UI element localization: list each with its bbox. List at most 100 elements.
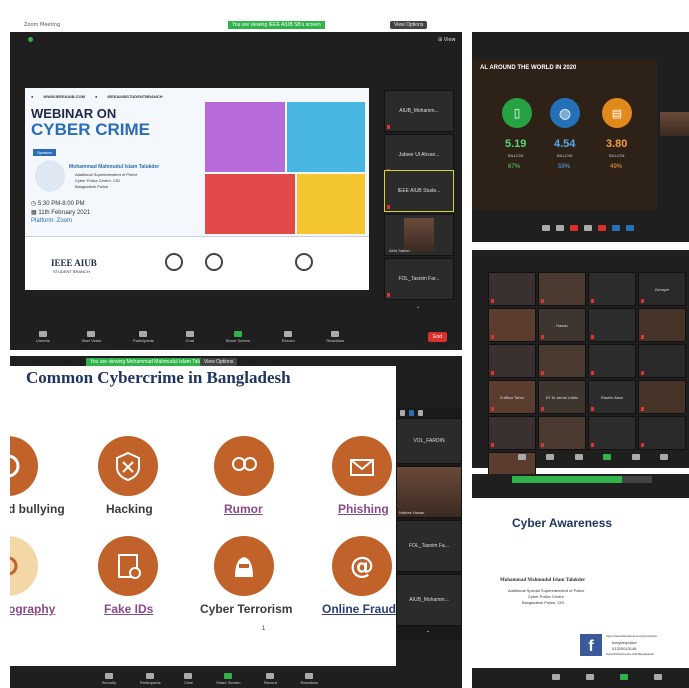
- gallery-tile[interactable]: [488, 344, 536, 378]
- org-logo-1: IEEE AIUB: [51, 258, 97, 268]
- participant-name: IEEE AIUB Stude...: [397, 188, 441, 194]
- label-rumor: Rumor: [224, 502, 263, 516]
- svg-text:@: @: [350, 552, 374, 580]
- illustration-red: [205, 174, 295, 234]
- view-options-button[interactable]: [622, 476, 652, 483]
- fake-ids-circle: [98, 536, 158, 596]
- mic-icon[interactable]: [518, 454, 526, 460]
- participant-tile-1[interactable]: VOL_FARDIN: [396, 418, 462, 464]
- fb-phone: 01320010148: [612, 646, 637, 651]
- window-title-bar: [472, 20, 689, 32]
- end-meeting-button[interactable]: End: [428, 332, 447, 342]
- participant-tile-4[interactable]: AIUB_Mohamm...: [396, 574, 462, 626]
- gallery-tile[interactable]: [588, 272, 636, 306]
- chat-button[interactable]: Chat: [184, 673, 193, 685]
- gallery-tile[interactable]: [588, 416, 636, 450]
- chat-icon[interactable]: [574, 454, 583, 460]
- event-date-text: 11th February 2021: [38, 210, 91, 216]
- record-icon[interactable]: [631, 454, 640, 460]
- gallery-tile[interactable]: [638, 416, 686, 450]
- shield-icon[interactable]: [552, 674, 560, 680]
- reactions-button[interactable]: Reactions: [326, 331, 344, 343]
- gallery-tile[interactable]: [488, 272, 536, 306]
- expand-icon[interactable]: [418, 410, 423, 416]
- webinar-poster: ● WWW.IEEEAIUB.COM ● IEEEAIUBSTUDENTBRANCH…: [25, 88, 369, 290]
- participant-name: AIUB_Mohamm...: [399, 108, 439, 114]
- toolbar-icon[interactable]: [584, 225, 592, 231]
- participants-button[interactable]: Participants: [140, 673, 161, 685]
- toolbar-icon[interactable]: [570, 225, 578, 231]
- unmute-button[interactable]: Unmute: [36, 331, 50, 343]
- participants-button[interactable]: Participants: [133, 331, 154, 343]
- gallery-tile[interactable]: [488, 308, 536, 342]
- chat-label: Chat: [185, 338, 194, 343]
- event-date: ▦ 11th February 2021: [31, 209, 90, 216]
- stat-pct-3: 49%: [610, 164, 623, 170]
- gallery-tile[interactable]: [638, 380, 686, 414]
- participant-tile-3[interactable]: FOL_Tasnim Fa...: [396, 520, 462, 572]
- gallery-tile[interactable]: AT M Jamal Uddin: [538, 380, 586, 414]
- speaker-photo: [35, 160, 65, 192]
- event-time-text: 5:30 PM-8:00 PM: [37, 201, 85, 207]
- gallery-tile[interactable]: [588, 344, 636, 378]
- gallery-tile[interactable]: [638, 344, 686, 378]
- view-options-button[interactable]: View Options: [390, 21, 428, 29]
- view-options-button[interactable]: View Options: [200, 358, 238, 366]
- speaker-name: Mohammad Mahmudul Islam Talukder: [69, 164, 160, 170]
- mic-icon: [38, 331, 47, 337]
- chevron-down-icon[interactable]: ⌄: [426, 628, 430, 634]
- gallery-tile[interactable]: Zuhayer: [638, 272, 686, 306]
- gallery-tile[interactable]: Zulfikar Taher: [488, 380, 536, 414]
- reactions-button[interactable]: Reactions: [300, 673, 318, 685]
- toolbar-icon[interactable]: [626, 225, 634, 231]
- start-video-button[interactable]: Start Video: [82, 331, 101, 343]
- gallery-tile[interactable]: [588, 308, 636, 342]
- smile-icon[interactable]: [659, 454, 668, 460]
- illustration-yellow: [297, 174, 365, 234]
- participant-tile-1[interactable]: AIUB_Mohamm...: [384, 90, 454, 132]
- fb-link[interactable]: https://www.facebook.com/cyberpolice: [606, 634, 657, 638]
- stat-pct-2: 59%: [558, 164, 571, 170]
- share-icon[interactable]: [603, 454, 612, 460]
- participant-tile-2[interactable]: Nafees Hasan: [396, 466, 462, 518]
- layout-icon[interactable]: [409, 410, 414, 416]
- cybercrime-slide: Common Cybercrime in Bangladesh d bullyi…: [10, 366, 396, 666]
- participant-video: [404, 218, 434, 252]
- minimize-icon[interactable]: [400, 410, 405, 416]
- zoom-window-stats: AL AROUND THE WORLD IN 2020 ▯ ◍ ▤ 5.19 4…: [472, 20, 689, 242]
- chevron-down-icon[interactable]: ⌄: [416, 304, 420, 310]
- reactions-label: Reactions: [300, 680, 319, 685]
- people-icon[interactable]: [586, 674, 594, 680]
- gallery-tile[interactable]: [538, 272, 586, 306]
- record-icon[interactable]: [654, 674, 662, 680]
- participant-tile-5[interactable]: FOL_Tasnim Far...: [384, 258, 454, 300]
- record-button[interactable]: Record: [264, 673, 277, 685]
- seal-logo-3: [295, 253, 313, 271]
- toolbar-icon[interactable]: [598, 225, 606, 231]
- view-toggle[interactable]: ⊞ View: [438, 37, 456, 43]
- toolbar-icon[interactable]: [612, 225, 620, 231]
- gallery-tile[interactable]: [488, 416, 536, 450]
- record-button[interactable]: Record: [282, 331, 295, 343]
- people-icon[interactable]: [546, 454, 555, 460]
- share-screen-button[interactable]: Share Screen: [226, 331, 250, 343]
- chat-icon: [185, 331, 194, 337]
- sidebar-controls: [400, 410, 423, 416]
- participant-tile-3[interactable]: IEEE AIUB Stude...: [384, 170, 454, 212]
- gallery-tile[interactable]: [538, 416, 586, 450]
- toolbar-icon[interactable]: [556, 225, 564, 231]
- gallery-tile[interactable]: [638, 308, 686, 342]
- share-icon[interactable]: [620, 674, 628, 680]
- label-fake-ids: Fake IDs: [104, 602, 154, 616]
- toolbar-icon[interactable]: [542, 225, 550, 231]
- participant-name: Zulfikar Taher: [499, 394, 525, 400]
- gallery-tile[interactable]: Hasan: [538, 308, 586, 342]
- security-button[interactable]: Security: [102, 673, 116, 685]
- share-screen-button[interactable]: Share Screen: [216, 673, 241, 685]
- meeting-toolbar: Unmute Start Video Participants Chat Sha…: [20, 328, 360, 346]
- participant-tile-4[interactable]: Abid Sarker: [384, 214, 454, 256]
- chat-button[interactable]: Chat: [185, 331, 194, 343]
- mic-muted-icon: [641, 407, 644, 411]
- gallery-tile[interactable]: [538, 344, 586, 378]
- gallery-tile[interactable]: Rashik Alam: [588, 380, 636, 414]
